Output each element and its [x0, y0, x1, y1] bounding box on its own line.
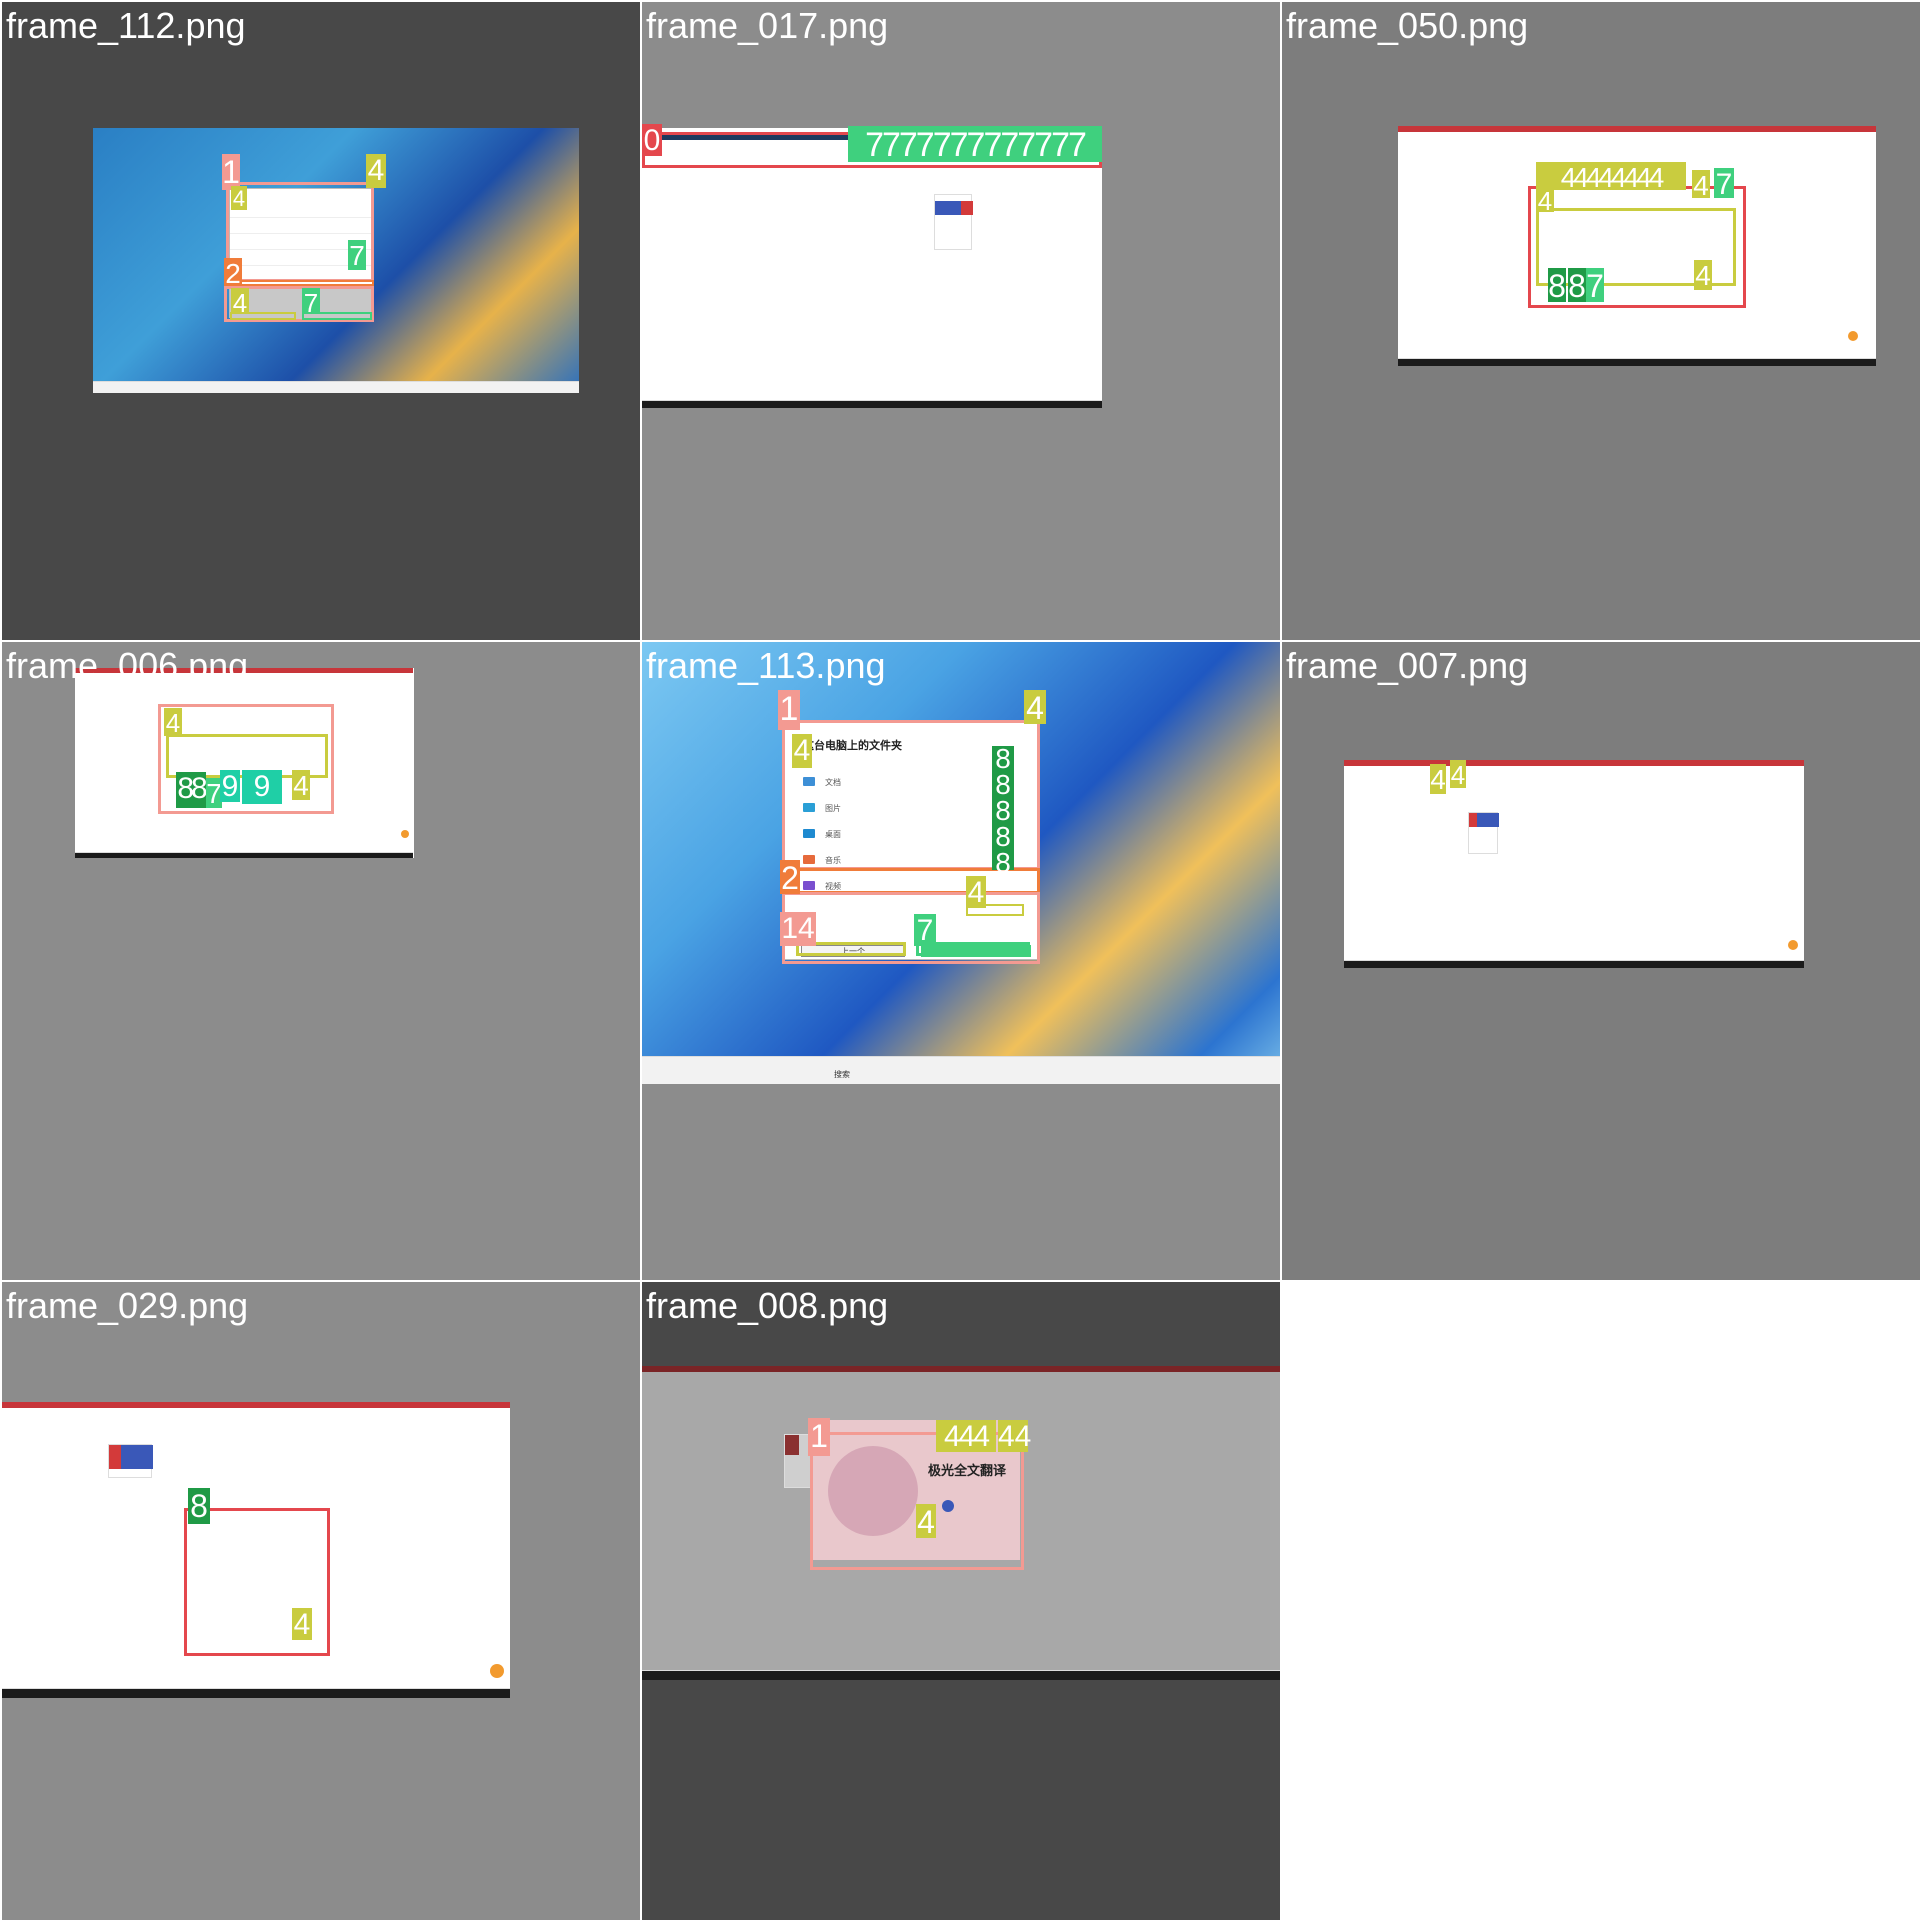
label-4: 4	[1536, 186, 1554, 216]
label-row-7: 7777777777777	[848, 126, 1102, 162]
frame-grid: frame_112.png 1 4 4 7 2 4 7 frame_017.pn…	[0, 0, 1920, 1920]
taskbar-search-label: 搜索	[834, 1070, 850, 1079]
label-4: 4	[792, 734, 812, 768]
label-7: 7	[914, 914, 936, 947]
label-row-4: 44444444	[1536, 162, 1686, 190]
frame-cell-113: 这台电脑上的文件夹 文档 图片 桌面 音乐 视频 上一个 搜索 frame_11…	[642, 642, 1280, 1280]
taskbar	[1344, 960, 1804, 968]
frame-caption: frame_113.png	[646, 645, 886, 686]
label-8: 8	[1548, 268, 1566, 304]
taskbar	[2, 1688, 510, 1698]
frame-cell-017: frame_017.png 0 7777777777777	[642, 2, 1280, 640]
label-4: 4	[1450, 760, 1466, 790]
frame-caption: frame_050.png	[1286, 5, 1529, 46]
frame-cell-029: frame_029.png 8 4	[2, 1282, 640, 1920]
label-1: 1	[222, 154, 240, 190]
frame-caption: frame_006.png	[6, 645, 249, 686]
label-4: 4	[966, 876, 986, 909]
label-4: 4	[292, 1608, 312, 1641]
taskbar	[642, 1056, 1280, 1084]
label-8: 8	[188, 1488, 210, 1524]
taskbar	[1398, 358, 1876, 366]
pdf-thumbnail	[934, 194, 973, 250]
frame-caption: frame_008.png	[646, 1285, 889, 1326]
label-1: 1	[808, 1418, 830, 1456]
frame-caption: frame_017.png	[646, 5, 889, 46]
taskbar	[642, 400, 1102, 408]
label-4: 4	[916, 1504, 936, 1540]
label-4: 4	[231, 288, 249, 318]
label-4: 4	[1692, 170, 1710, 201]
app-screenshot	[76, 668, 414, 858]
label-row-4: 444	[936, 1420, 996, 1453]
label-2: 2	[224, 258, 242, 289]
label-7: 7	[1586, 268, 1604, 304]
label-0: 0	[642, 124, 662, 157]
label-7: 7	[1714, 168, 1734, 201]
label-4: 4	[231, 186, 247, 211]
pdf-thumbnail	[1468, 812, 1499, 854]
label-4: 4	[366, 154, 386, 188]
frame-cell-050: frame_050.png 44444444 4 7 4 8 8 7 4	[1282, 2, 1920, 640]
label-1: 1	[778, 690, 800, 730]
frame-caption: frame_007.png	[1286, 645, 1529, 686]
label-4: 4	[1694, 260, 1712, 291]
label-44: 44	[998, 1420, 1032, 1453]
frame-cell-112: frame_112.png 1 4 4 7 2 4 7	[2, 2, 640, 640]
frame-caption: frame_029.png	[6, 1285, 249, 1326]
taskbar	[642, 1670, 1280, 1680]
label-8: 8	[1568, 268, 1586, 304]
frame-cell-008: 极光全文翻译 frame_008.png 1 444 44 4	[642, 1282, 1280, 1920]
label-7: 7	[302, 288, 320, 318]
frame-caption: frame_112.png	[6, 5, 246, 46]
label-14: 14	[780, 912, 816, 946]
taskbar	[93, 381, 579, 393]
app-screenshot	[1344, 760, 1804, 968]
frame-cell-007: frame_007.png 4 4	[1282, 642, 1920, 1280]
frame-cell-006: frame_006.png	[2, 642, 640, 1280]
label-4: 4	[1024, 690, 1046, 726]
app-screenshot	[642, 128, 1102, 408]
label-column-8: 88888	[992, 745, 1014, 877]
pdf-thumbnail	[108, 1444, 153, 1478]
label-4: 4	[1430, 764, 1446, 795]
label-7: 7	[348, 240, 366, 271]
label-2: 2	[780, 860, 800, 896]
